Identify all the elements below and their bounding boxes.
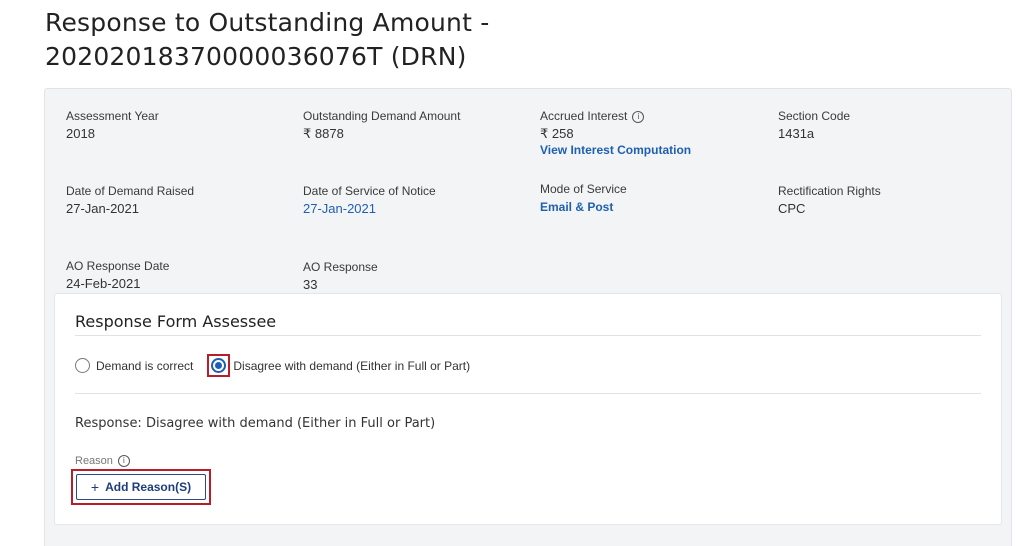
radio-disagree[interactable]: Disagree with demand (Either in Full or …: [207, 354, 470, 377]
field-outstanding-demand: Outstanding Demand Amount ₹ 8878: [303, 109, 460, 143]
accrued-interest-label-row: Accrued Interest i: [540, 109, 691, 124]
field-ao-response: AO Response 33: [303, 260, 378, 294]
plus-icon: +: [90, 479, 100, 495]
field-date-service-notice: Date of Service of Notice 27-Jan-2021: [303, 184, 436, 218]
page-title-line2: 20202018370000036076T (DRN): [45, 42, 467, 71]
outstanding-demand-value: ₹ 8878: [303, 126, 344, 141]
radio-highlight-box: [207, 354, 231, 377]
date-service-notice-value[interactable]: 27-Jan-2021: [303, 200, 436, 218]
radio-circle-checked[interactable]: [211, 358, 227, 373]
ao-response-date-value: 24-Feb-2021: [66, 276, 141, 291]
page-title-line1: Response to Outstanding Amount -: [45, 8, 490, 37]
add-reason-label: Add Reason(S): [105, 480, 192, 494]
reason-label-row: Reason i: [75, 455, 130, 467]
field-section-code: Section Code 1431a: [778, 109, 850, 143]
info-icon[interactable]: i: [632, 110, 645, 123]
radio-disagree-label: Disagree with demand (Either in Full or …: [233, 358, 471, 373]
field-ao-response-date: AO Response Date 24-Feb-2021: [66, 259, 169, 293]
add-reason-button[interactable]: + Add Reason(S): [76, 474, 206, 500]
field-assessment-year: Assessment Year 2018: [66, 109, 159, 143]
radio-circle-unchecked[interactable]: [75, 358, 90, 373]
mode-of-service-value[interactable]: Email & Post: [540, 198, 627, 216]
date-demand-raised-label: Date of Demand Raised: [66, 184, 195, 198]
date-demand-raised-value: 27-Jan-2021: [66, 201, 139, 216]
ao-response-date-label: AO Response Date: [66, 259, 170, 273]
mode-of-service-label: Mode of Service: [540, 182, 627, 196]
field-date-demand-raised: Date of Demand Raised 27-Jan-2021: [66, 184, 194, 218]
assessment-year-label: Assessment Year: [66, 109, 159, 123]
accrued-interest-label: Accrued Interest: [540, 109, 628, 123]
response-radio-group: Demand is correct Disagree with demand (…: [75, 354, 470, 377]
assessment-year-value: 2018: [66, 126, 95, 141]
section-code-label: Section Code: [778, 109, 851, 123]
divider: [75, 335, 981, 336]
section-code-value: 1431a: [778, 126, 815, 141]
reason-label: Reason: [75, 455, 113, 467]
response-summary: Response: Disagree with demand (Either i…: [75, 416, 436, 431]
response-form-card: Response Form Assessee Demand is correct…: [54, 293, 1002, 525]
page-title: Response to Outstanding Amount - 2020201…: [45, 6, 489, 74]
field-mode-of-service: Mode of Service Email & Post: [540, 182, 627, 216]
rectification-rights-value: CPC: [778, 201, 806, 216]
radio-demand-correct[interactable]: Demand is correct: [75, 358, 193, 373]
add-reason-highlight-box: + Add Reason(S): [71, 469, 211, 505]
rectification-rights-label: Rectification Rights: [778, 184, 881, 198]
outstanding-demand-label: Outstanding Demand Amount: [303, 109, 461, 123]
date-service-notice-label: Date of Service of Notice: [303, 184, 436, 198]
ao-response-label: AO Response: [303, 260, 378, 274]
ao-response-value: 33: [303, 277, 318, 292]
radio-demand-correct-label: Demand is correct: [96, 358, 194, 373]
view-interest-computation-link[interactable]: View Interest Computation: [540, 143, 691, 158]
field-rectification-rights: Rectification Rights CPC: [778, 184, 881, 218]
accrued-interest-value: ₹ 258: [540, 126, 574, 141]
info-icon[interactable]: i: [117, 455, 130, 467]
divider: [75, 393, 981, 394]
form-heading: Response Form Assessee: [75, 312, 277, 331]
field-accrued-interest: Accrued Interest i ₹ 258 View Interest C…: [540, 109, 691, 158]
